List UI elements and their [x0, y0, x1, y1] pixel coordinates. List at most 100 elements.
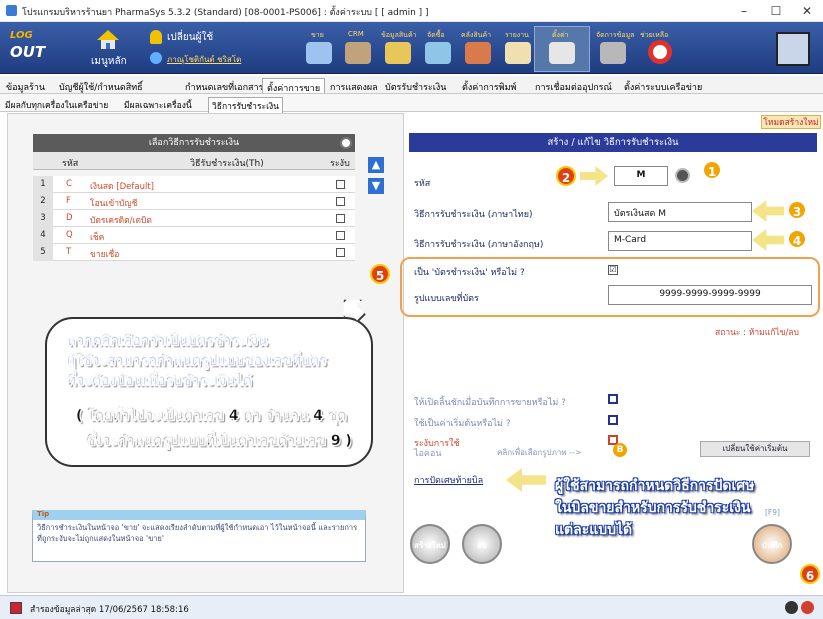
tab-all-machines[interactable]: มีผลกับทุกเครื่องในเครือข่าย	[2, 97, 111, 113]
row-method-name: โอนเข้าบัญชี	[90, 199, 138, 209]
table-row[interactable]: 1 C เงินสด [Default]	[33, 176, 355, 193]
toolbar-label-settings: ตั้งค่า	[552, 31, 569, 39]
app-icon	[6, 5, 17, 16]
close-button[interactable]: ✕	[793, 2, 821, 20]
row-number: 2	[33, 193, 53, 210]
column-suspend: ระงับ	[330, 159, 350, 169]
purchase-icon[interactable]	[425, 42, 451, 64]
row-method-name: เช็ค	[90, 233, 105, 243]
default-method-checkbox[interactable]	[608, 415, 618, 425]
toolbar-label-sale: ขาย	[311, 31, 324, 39]
step-3-badge: 3	[787, 200, 807, 220]
minimize-button[interactable]: –	[730, 2, 758, 20]
delete-button[interactable]: ลบ	[462, 524, 502, 564]
move-down-icon[interactable]: ▼	[368, 178, 384, 194]
logout-bottom: OUT	[10, 43, 46, 61]
toolbar-label-data: จัดการข้อมูล	[596, 31, 635, 39]
pointer-arrow-icon	[752, 229, 784, 251]
current-user-name[interactable]: ภาณุโชติกันต์ ชริสโต	[167, 53, 241, 66]
tab-doc-number[interactable]: กำหนดเลขที่เอกสาร	[181, 78, 267, 93]
tip-label: Tip	[37, 510, 50, 518]
logout-button[interactable]: LOG OUT	[10, 28, 62, 68]
row-suspend-checkbox[interactable]	[336, 180, 345, 189]
home-icon[interactable]	[95, 28, 121, 50]
delete-button-label: ลบ	[477, 541, 487, 550]
card-format-input[interactable]: 9999-9999-9999-9999	[608, 285, 812, 305]
rounding-link[interactable]: การปัดเศษท้ายบิล	[414, 473, 483, 487]
status-icon-2[interactable]	[801, 601, 814, 614]
row-suspend-checkbox[interactable]	[336, 214, 345, 223]
sale-icon[interactable]	[306, 42, 332, 64]
main-menu-label[interactable]: เมนูหลัก	[91, 54, 127, 69]
table-row[interactable]: 2 F โอนเข้าบัญชี	[33, 193, 355, 210]
open-drawer-checkbox[interactable]	[608, 394, 618, 404]
tab-payment-card[interactable]: บัตรรับชำระเงิน	[381, 78, 450, 93]
form-header: สร้าง / แก้ไข วิธีการรับชำระเงิน	[409, 133, 817, 152]
row-suspend-checkbox[interactable]	[336, 197, 345, 206]
pointer-arrow-icon	[752, 200, 784, 222]
new-button[interactable]: สร้างใหม่	[410, 524, 450, 564]
english-name-input[interactable]: M-Card	[608, 231, 752, 251]
row-number: 4	[33, 227, 53, 244]
icon-label: ไอคอน	[414, 449, 442, 459]
pointer-arrow-icon	[506, 468, 546, 492]
grid-title: เลือกวิธีการรับชำระเงิน	[33, 134, 355, 152]
pointer-arrow-icon	[580, 166, 608, 186]
switch-user-button[interactable]: เปลี่ยนผู้ใช้	[167, 30, 213, 45]
move-up-icon[interactable]: ▲	[368, 157, 384, 173]
tab-sales-settings[interactable]: ตั้งค่าการขาย	[262, 78, 326, 94]
screen-icon[interactable]	[776, 32, 810, 66]
thai-name-label: วิธีการรับชำระเงิน (ภาษาไทย)	[414, 210, 533, 220]
database-icon	[10, 602, 22, 614]
row-code: D	[66, 213, 73, 223]
use-default-button[interactable]: เปลี่ยนใช้ค่าเริ่มต้น	[700, 441, 810, 457]
callout1-line3: ที่จะต้องป้อนเมื่อรับชำระเงินได้	[67, 373, 252, 389]
new-mode-button[interactable]: โหมดสร้างใหม่	[761, 115, 821, 129]
logout-top: LOG	[10, 30, 33, 41]
tab-device-connection[interactable]: การเชื่อมต่ออุปกรณ์	[531, 78, 616, 93]
row-number: 5	[33, 244, 53, 261]
is-card-label: เป็น 'บัตรชำระเงิน' หรือไม่ ?	[414, 268, 525, 278]
thai-name-input[interactable]: บัตรเงินสด M	[608, 202, 752, 222]
tab-print-settings[interactable]: ตั้งค่าการพิมพ์	[458, 78, 520, 93]
tab-display[interactable]: การแสดงผล	[326, 78, 382, 93]
tab-payment-method[interactable]: วิธีการรับชำระเงิน	[208, 97, 283, 114]
callout2-line1: ผู้ใช้สามารถกำหนดวิธีการปัดเศษ	[555, 478, 755, 494]
crm-icon[interactable]	[345, 42, 371, 64]
stock-icon[interactable]	[465, 42, 491, 64]
bitcoin-icon[interactable]: B	[613, 443, 627, 457]
step-4-badge: 4	[787, 229, 807, 249]
report-icon[interactable]	[505, 42, 531, 64]
lookup-icon[interactable]	[675, 168, 690, 183]
tab-user-accounts[interactable]: บัญชีผู้ใช้/กำหนดสิทธิ์	[55, 78, 147, 93]
refresh-icon[interactable]	[340, 137, 352, 149]
tab-network-settings[interactable]: ตั้งค่าระบบเครือข่าย	[620, 78, 706, 93]
status-icon-1[interactable]	[785, 601, 798, 614]
table-row[interactable]: 4 Q เช็ค	[33, 227, 355, 244]
table-row[interactable]: 3 D บัตรเครดิต/เดบิต	[33, 210, 355, 227]
callout2-line2: ในบิลขายสำหรับการรับชำระเงิน	[555, 500, 751, 516]
help-icon[interactable]	[648, 40, 672, 64]
save-button[interactable]: บันทึก	[752, 524, 792, 564]
row-suspend-checkbox[interactable]	[336, 248, 345, 257]
record-status: สถานะ : ห้ามแก้ไข/ลบ	[715, 328, 799, 338]
toolbar-label-stock: คลังสินค้า	[461, 31, 492, 39]
toolbar-label-product: ข้อมูลสินค้า	[381, 31, 417, 39]
column-method-name: วิธีรับชำระเงิน(Th)	[190, 159, 264, 169]
tab-this-machine[interactable]: มีผลเฉพาะเครื่องนี้	[121, 97, 195, 113]
is-card-checkbox[interactable]: ☑	[608, 265, 618, 275]
new-button-label: สร้างใหม่	[413, 541, 447, 550]
row-suspend-checkbox[interactable]	[336, 231, 345, 240]
maximize-button[interactable]: ☐	[762, 2, 790, 20]
english-name-label: วิธีการรับชำระเงิน (ภาษาอังกฤษ)	[414, 240, 544, 250]
data-manage-icon[interactable]	[600, 42, 626, 64]
step-5-badge: 5	[370, 264, 390, 284]
product-icon[interactable]	[385, 42, 411, 64]
icon-hint: คลิกเพื่อเลือกรูปภาพ -->	[497, 448, 582, 457]
table-row[interactable]: 5 T ขายเชื่อ	[33, 244, 355, 261]
code-input[interactable]: M	[614, 166, 668, 186]
title-bar: โปรแกรมบริหารร้านยา PharmaSys 5.3.2 (Sta…	[0, 0, 823, 22]
row-code: C	[66, 179, 72, 189]
tab-shop-info[interactable]: ข้อมูลร้าน	[2, 78, 49, 93]
callout2-line3: แต่ละแบบได้	[555, 522, 633, 538]
